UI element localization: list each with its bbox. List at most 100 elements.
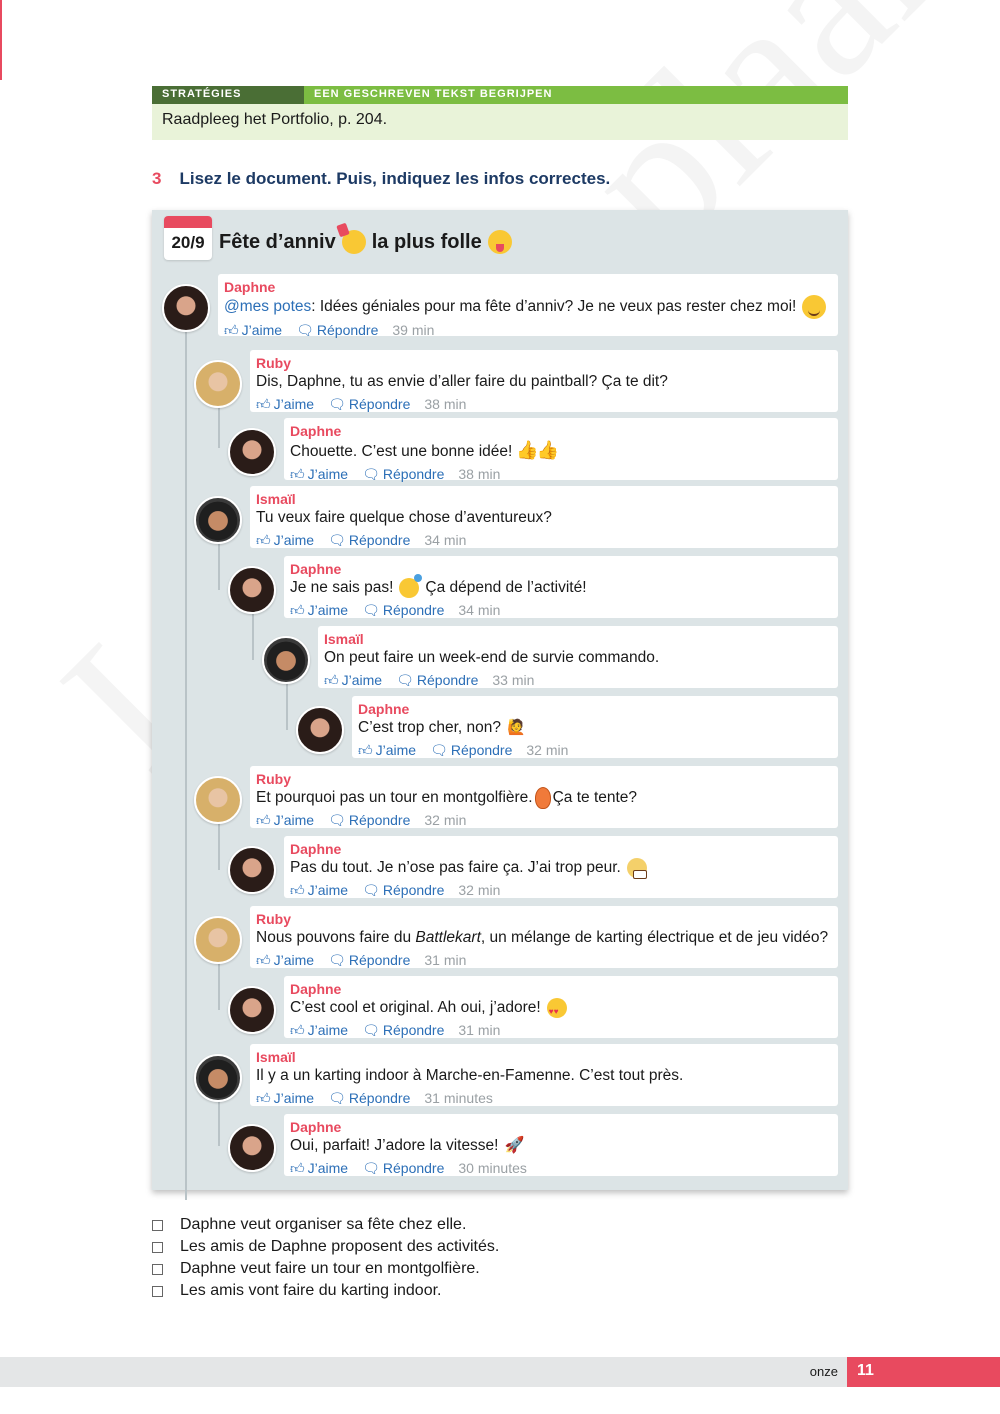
- strategies-body: Raadpleeg het Portfolio, p. 204.: [152, 104, 848, 140]
- avatar[interactable]: [194, 360, 242, 408]
- thumbs-up-outline-icon: 👍︎: [224, 322, 239, 338]
- comment-actions: 👍︎ J’aime 🗨︎ Répondre 31 minutes: [256, 1087, 832, 1109]
- event-title-part1: Fête d’anniv: [219, 230, 336, 253]
- mention-link[interactable]: @mes potes: [224, 298, 311, 315]
- checkbox[interactable]: [152, 1241, 163, 1253]
- avatar[interactable]: [194, 496, 242, 544]
- comment-text: Je ne sais pas! Ça dépend de l’activité!: [290, 573, 832, 599]
- comment-author[interactable]: Daphne: [290, 561, 832, 577]
- comment-author[interactable]: Ismaïl: [256, 491, 832, 507]
- comment-author[interactable]: Daphne: [358, 701, 832, 717]
- reply-button[interactable]: 🗨︎ Répondre: [430, 742, 512, 758]
- comment-text-part: Ça dépend de l’activité!: [425, 579, 587, 596]
- reply-button[interactable]: 🗨︎ Répondre: [328, 396, 410, 412]
- reply-button[interactable]: 🗨︎ Répondre: [328, 1090, 410, 1106]
- comment-timestamp: 38 min: [424, 396, 467, 412]
- heart-eyes-icon: [546, 997, 567, 1023]
- thumbs-up-outline-icon: 👍︎: [290, 882, 305, 898]
- like-button[interactable]: 👍︎ J’aime: [224, 322, 282, 338]
- reply-button[interactable]: 🗨︎ Répondre: [328, 532, 410, 548]
- reply-button[interactable]: 🗨︎ Répondre: [362, 1160, 444, 1176]
- page-number: 11: [847, 1357, 1000, 1387]
- like-button[interactable]: 👍︎ J’aime: [290, 466, 348, 482]
- comment-bubble: Daphne C’est cool et original. Ah oui, j’…: [284, 976, 838, 1038]
- avatar[interactable]: [162, 284, 210, 332]
- thumbs-up-outline-icon: 👍︎: [256, 952, 271, 968]
- checkbox[interactable]: [152, 1219, 163, 1231]
- speech-bubble-icon: 🗨︎: [430, 742, 448, 758]
- checkbox[interactable]: [152, 1285, 163, 1297]
- checklist-item[interactable]: Les amis de Daphne proposent des activit…: [152, 1236, 499, 1258]
- comment-bubble: Ruby Dis, Daphne, tu as envie d’aller fai…: [250, 350, 838, 412]
- avatar[interactable]: [228, 1124, 276, 1172]
- like-button[interactable]: 👍︎ J’aime: [256, 1090, 314, 1106]
- avatar[interactable]: [296, 706, 344, 754]
- page-number-word: onze: [809, 1364, 838, 1379]
- comment-text: Pas du tout. Je n’ose pas faire ça. J’ai…: [290, 857, 832, 879]
- comment-author[interactable]: Ruby: [256, 771, 832, 787]
- reply-button[interactable]: 🗨︎ Répondre: [396, 672, 478, 688]
- like-button[interactable]: 👍︎ J’aime: [256, 396, 314, 412]
- comment-author[interactable]: Ruby: [256, 355, 832, 371]
- avatar[interactable]: [228, 846, 276, 894]
- avatar[interactable]: [228, 986, 276, 1034]
- checkbox[interactable]: [152, 1263, 163, 1275]
- comment-text: C’est cool et original. Ah oui, j’adore!: [290, 997, 832, 1023]
- like-label: J’aime: [273, 532, 315, 548]
- comment-bubble: Daphne Pas du tout. Je n’ose pas faire ça…: [284, 836, 838, 898]
- like-button[interactable]: 👍︎ J’aime: [290, 1160, 348, 1176]
- reply-button[interactable]: 🗨︎ Répondre: [328, 812, 410, 828]
- grimacing-face-icon: [626, 857, 647, 879]
- avatar[interactable]: [194, 1054, 242, 1102]
- thread-line-level2: [218, 1096, 220, 1146]
- comment-author[interactable]: Daphne: [224, 279, 832, 295]
- checklist-item[interactable]: Les amis vont faire du karting indoor.: [152, 1280, 499, 1302]
- reply-label: Répondre: [348, 812, 411, 829]
- avatar[interactable]: [262, 636, 310, 684]
- comment-text: C’est trop cher, non? 🙋: [358, 717, 832, 739]
- reply-button[interactable]: 🗨︎ Répondre: [362, 1022, 444, 1038]
- comment-actions: 👍︎ J’aime 🗨︎ Répondre 38 min: [256, 393, 832, 415]
- reply-button[interactable]: 🗨︎ Répondre: [362, 882, 444, 898]
- reply-button[interactable]: 🗨︎ Répondre: [328, 952, 410, 968]
- like-label: J’aime: [307, 466, 349, 482]
- like-button[interactable]: 👍︎ J’aime: [256, 532, 314, 548]
- comment-author[interactable]: Ismaïl: [324, 631, 832, 647]
- like-button[interactable]: 👍︎ J’aime: [256, 812, 314, 828]
- speech-bubble-icon: 🗨︎: [296, 322, 314, 338]
- reply-button[interactable]: 🗨︎ Répondre: [362, 602, 444, 618]
- comment-author[interactable]: Ruby: [256, 911, 832, 927]
- comment-text-part: Je ne sais pas!: [290, 579, 394, 596]
- like-button[interactable]: 👍︎ J’aime: [290, 882, 348, 898]
- speech-bubble-icon: 🗨︎: [328, 1090, 346, 1106]
- reply-button[interactable]: 🗨︎ Répondre: [362, 466, 444, 482]
- comment-author[interactable]: Daphne: [290, 1119, 832, 1135]
- reply-button[interactable]: 🗨︎ Répondre: [296, 322, 378, 338]
- avatar[interactable]: [194, 776, 242, 824]
- comment-text: Tu veux faire quelque chose d’aventureux…: [256, 507, 832, 529]
- like-button[interactable]: 👍︎ J’aime: [256, 952, 314, 968]
- checklist-item[interactable]: Daphne veut faire un tour en montgolfièr…: [152, 1258, 499, 1280]
- comment-text-part: Tu veux faire quelque chose d’aventureux…: [256, 509, 552, 526]
- like-button[interactable]: 👍︎ J’aime: [290, 1022, 348, 1038]
- avatar[interactable]: [194, 916, 242, 964]
- like-button[interactable]: 👍︎ J’aime: [290, 602, 348, 618]
- comment-author[interactable]: Daphne: [290, 981, 832, 997]
- winking-face-icon: [802, 295, 827, 319]
- avatar[interactable]: [228, 566, 276, 614]
- like-button[interactable]: 👍︎ J’aime: [324, 672, 382, 688]
- comment-author[interactable]: Daphne: [290, 423, 832, 439]
- like-label: J’aime: [307, 1022, 349, 1038]
- avatar[interactable]: [228, 428, 276, 476]
- checklist-item[interactable]: Daphne veut organiser sa fête chez elle.: [152, 1214, 499, 1236]
- comment-actions: 👍︎ J’aime 🗨︎ Répondre 34 min: [290, 599, 832, 621]
- comment-actions: 👍︎ J’aime 🗨︎ Répondre 32 min: [290, 879, 832, 901]
- comment-author[interactable]: Daphne: [290, 841, 832, 857]
- comment-author[interactable]: Ismaïl: [256, 1049, 832, 1065]
- thumbs-up-outline-icon: 👍︎: [256, 812, 271, 829]
- comment-bubble: Daphne Oui, parfait! J’adore la vitesse! 🚀…: [284, 1114, 838, 1176]
- thumbs-up-outline-icon: 👍︎: [256, 1090, 271, 1106]
- like-label: J’aime: [241, 322, 283, 338]
- like-button[interactable]: 👍︎ J’aime: [358, 742, 416, 758]
- reply-label: Répondre: [382, 466, 445, 482]
